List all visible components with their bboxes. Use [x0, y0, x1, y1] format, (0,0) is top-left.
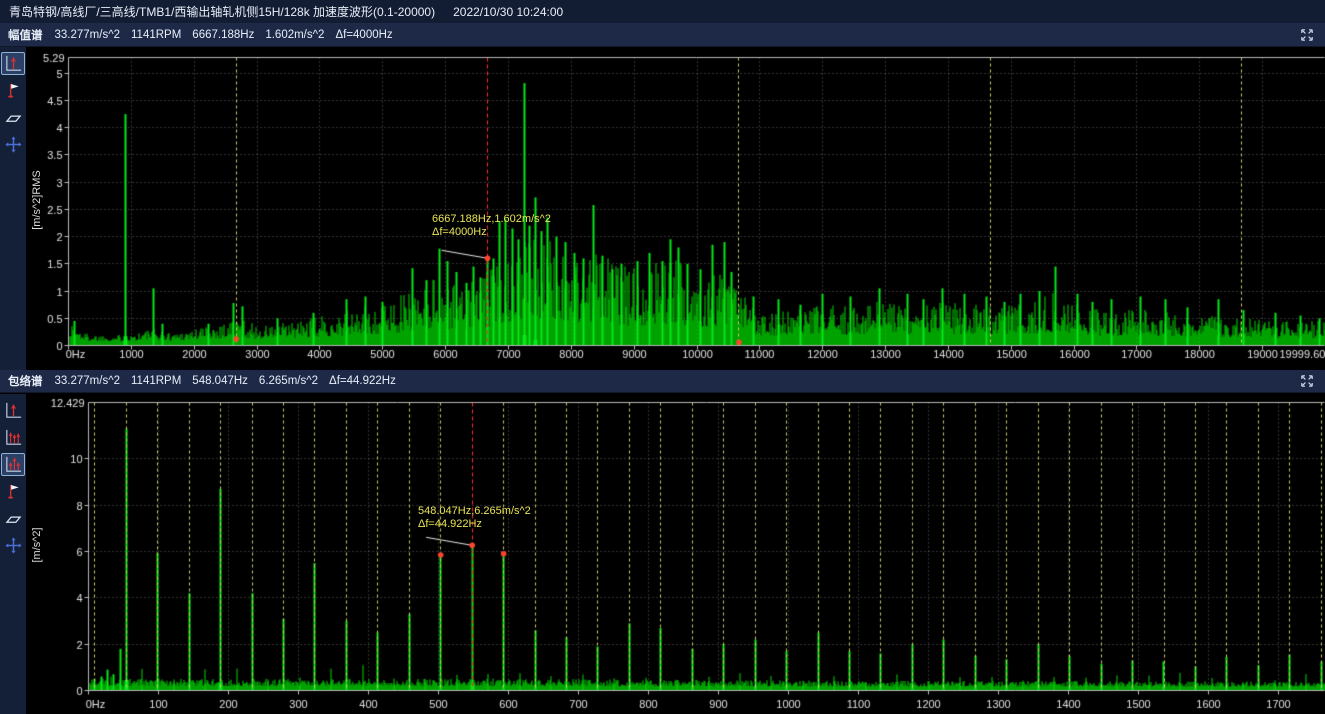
flag-tool[interactable] [1, 79, 25, 102]
delta-f-value: Δf=44.922Hz [329, 375, 396, 387]
speed-value: 1141RPM [131, 29, 181, 41]
cursor-annotation-line2: Δf=4000Hz [432, 226, 551, 239]
y-axis-unit-label: [m/s^2] [31, 527, 43, 562]
amplitude-spectrum-tool-sidebar [0, 47, 26, 370]
single-cursor-tool[interactable] [1, 399, 25, 422]
envelope-spectrum-canvas[interactable] [26, 394, 1325, 714]
cursor-annotation-line1: 6667.188Hz,1.602m/s^2 [432, 213, 551, 226]
spectrum-type-label: 包络谱 [8, 373, 43, 389]
title-bar: 青岛特钢/高线厂/三高线/TMB1/西输出轴轧机侧15H/128k 加速度波形(… [0, 0, 1325, 24]
cursor-amplitude-value: 6.265m/s^2 [259, 375, 318, 387]
vibration-analysis-app: { "title_bar": { "path": "青岛特钢/高线厂/三高线/T… [0, 0, 1325, 714]
expand-icon[interactable] [1297, 372, 1317, 390]
spectrum-type-label: 幅值谱 [8, 27, 43, 43]
y-axis-unit-label: [m/s^2]RMS [31, 170, 43, 230]
sideband-cursor-tool[interactable] [1, 453, 25, 476]
cursor-annotation-line2: Δf=44.922Hz [418, 518, 531, 531]
cursor-annotation: 548.047Hz,6.265m/s^2 Δf=44.922Hz [418, 505, 531, 531]
single-cursor-tool[interactable] [1, 52, 25, 75]
cursor-annotation: 6667.188Hz,1.602m/s^2 Δf=4000Hz [432, 213, 551, 239]
cursor-frequency-value: 6667.188Hz [192, 29, 254, 41]
zoom-region-tool[interactable] [1, 106, 25, 129]
expand-icon[interactable] [1297, 26, 1317, 44]
envelope-spectrum-panel: [m/s^2] 548.047Hz,6.265m/s^2 Δf=44.922Hz [0, 394, 1325, 714]
amplitude-spectrum-panel: [m/s^2]RMS 6667.188Hz,1.602m/s^2 Δf=4000… [0, 47, 1325, 370]
overall-value: 33.277m/s^2 [55, 375, 121, 387]
timestamp: 2022/10/30 10:24:00 [453, 5, 563, 19]
breadcrumb-path: 青岛特钢/高线厂/三高线/TMB1/西输出轴轧机侧15H/128k 加速度波形(… [9, 3, 435, 20]
cursor-amplitude-value: 1.602m/s^2 [265, 29, 324, 41]
speed-value: 1141RPM [131, 375, 181, 387]
cursor-annotation-line1: 548.047Hz,6.265m/s^2 [418, 505, 531, 518]
harmonic-cursor-tool[interactable] [1, 426, 25, 449]
pan-tool[interactable] [1, 534, 25, 557]
pan-tool[interactable] [1, 133, 25, 156]
envelope-spectrum-tool-sidebar [0, 394, 26, 714]
envelope-spectrum-toolbar: 包络谱 33.277m/s^2 1141RPM 548.047Hz 6.265m… [0, 370, 1325, 393]
amplitude-spectrum-toolbar: 幅值谱 33.277m/s^2 1141RPM 6667.188Hz 1.602… [0, 24, 1325, 47]
cursor-frequency-value: 548.047Hz [192, 375, 248, 387]
amplitude-spectrum-canvas[interactable] [26, 47, 1325, 370]
zoom-region-tool[interactable] [1, 507, 25, 530]
delta-f-value: Δf=4000Hz [335, 29, 392, 41]
flag-tool[interactable] [1, 480, 25, 503]
overall-value: 33.277m/s^2 [55, 29, 121, 41]
